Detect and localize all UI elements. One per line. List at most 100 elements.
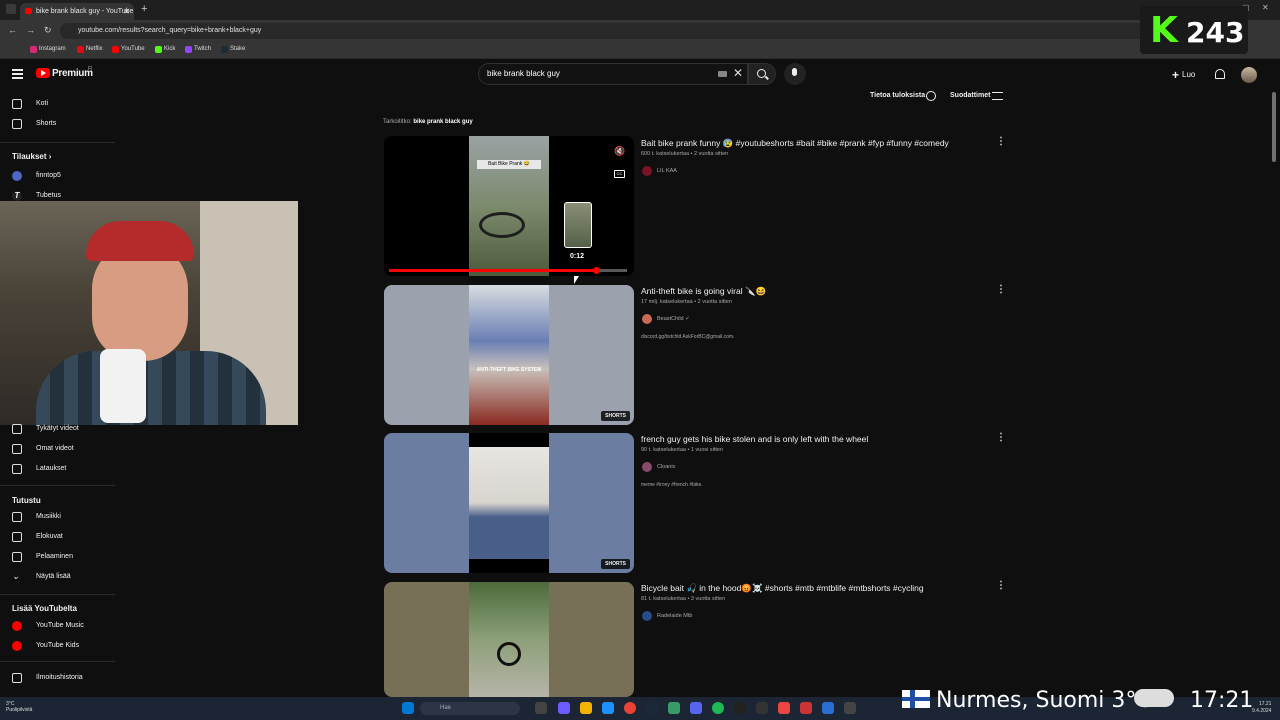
sidebar-item-home[interactable]: Koti (0, 95, 115, 113)
about-results-link[interactable]: Tietoa tuloksista (870, 92, 925, 99)
notifications-icon[interactable] (1215, 69, 1225, 79)
spotify-icon[interactable] (712, 702, 724, 714)
more-options-icon[interactable]: ⋮ (996, 284, 1006, 295)
tab-search-icon[interactable] (6, 4, 16, 14)
channel-name[interactable]: Radelaide Mtb (657, 613, 692, 619)
start-icon[interactable] (402, 702, 414, 714)
app-icon[interactable] (668, 702, 680, 714)
close-window-icon[interactable]: ✕ (1262, 3, 1269, 12)
sidebar-item-gaming[interactable]: Pelaaminen (0, 548, 115, 566)
sidebar-item-shorts[interactable]: Shorts (0, 115, 115, 133)
mail-icon[interactable] (602, 702, 614, 714)
thumbs-up-icon (12, 424, 22, 434)
app-icon[interactable] (822, 702, 834, 714)
channel-avatar[interactable] (642, 314, 652, 324)
sidebar-item-finntop5[interactable]: finntop5 (0, 167, 115, 185)
logo-text[interactable]: Premium (52, 68, 93, 79)
thumbnail-bike (497, 642, 521, 666)
sidebar-item-your-videos[interactable]: Omat videot (0, 440, 115, 458)
video-thumbnail[interactable]: Bait Bike Prank 😂 (384, 136, 634, 276)
back-icon[interactable]: ← (8, 25, 17, 35)
filter-icon[interactable] (992, 92, 1003, 100)
app-icon[interactable] (734, 702, 746, 714)
clear-search-icon[interactable]: ✕ (733, 66, 743, 80)
reload-icon[interactable]: ↻ (44, 25, 52, 36)
scrollbar[interactable] (1272, 92, 1276, 162)
did-you-mean-link[interactable]: bike prank black guy (413, 119, 472, 125)
video-thumbnail[interactable] (384, 582, 634, 697)
gamepad-icon (12, 552, 22, 562)
logo-country: FI (88, 66, 93, 72)
preview-progress-bar[interactable] (389, 267, 627, 274)
channel-name[interactable]: BeastChild ✓ (657, 316, 690, 322)
channel-avatar[interactable] (642, 462, 652, 472)
sidebar-item-youtube-kids[interactable]: YouTube Kids (0, 637, 115, 655)
forward-icon[interactable]: → (26, 25, 35, 35)
youtube-icon (112, 46, 119, 53)
create-button[interactable]: + Luo (1172, 68, 1195, 82)
bookmark-twitch[interactable]: Twitch (185, 46, 211, 53)
url-field[interactable]: youtube.com/results?search_query=bike+br… (60, 23, 1170, 39)
bookmark-kick[interactable]: Kick (155, 46, 175, 53)
video-title[interactable]: Bait bike prank funny 😰 #youtubeshorts #… (641, 138, 949, 149)
mouse-cursor (574, 276, 579, 284)
chrome-icon[interactable] (624, 702, 636, 714)
video-meta: 90 t. katselukertaa • 1 vuosi sitten (641, 447, 724, 453)
taskbar-clock[interactable]: 17.21 9.4.2024 (1252, 701, 1271, 715)
menu-icon[interactable] (12, 69, 23, 79)
bookmark-youtube[interactable]: YouTube (112, 46, 145, 53)
copilot-icon[interactable] (558, 702, 570, 714)
sidebar-item-youtube-music[interactable]: YouTube Music (0, 617, 115, 635)
thumbnail-bike (479, 212, 525, 238)
new-tab-button[interactable]: + (141, 3, 147, 15)
sidebar-item-show-more[interactable]: ⌄ Näytä lisää (0, 568, 115, 586)
video-thumbnail[interactable]: ANTI-THEFT BIKE SYSTEM SHORTS (384, 285, 634, 425)
voice-search-icon[interactable] (784, 63, 806, 85)
task-view-icon[interactable] (535, 702, 547, 714)
sidebar-item-music[interactable]: Musiikki (0, 508, 115, 526)
thumbnail-image: Bait Bike Prank 😂 (469, 136, 549, 276)
video-thumbnail[interactable]: SHORTS (384, 433, 634, 573)
more-options-icon[interactable]: ⋮ (996, 136, 1006, 147)
sidebar-item-report-history[interactable]: Ilmoitushistoria (0, 669, 115, 687)
search-input[interactable]: bike brank black guy (478, 63, 748, 85)
sidebar-item-movies[interactable]: Elokuvat (0, 528, 115, 546)
mute-icon[interactable]: 🔇 (614, 146, 625, 157)
video-title[interactable]: french guy gets his bike stolen and is o… (641, 434, 868, 444)
tab-close-icon[interactable]: ✕ (123, 3, 130, 20)
captions-icon[interactable]: CC (614, 170, 625, 178)
video-title[interactable]: Anti-theft bike is going viral 🔪😆 (641, 286, 766, 297)
bookmark-netflix[interactable]: Netflix (77, 46, 103, 53)
taskbar-search[interactable]: Hae (420, 702, 520, 715)
more-options-icon[interactable]: ⋮ (996, 432, 1006, 443)
subscriptions-heading[interactable]: Tilaukset › (12, 152, 51, 161)
discord-icon[interactable] (690, 702, 702, 714)
video-title[interactable]: Bicycle bait 🎣 in the hood😡☠️ #shorts #m… (641, 583, 924, 594)
avatar[interactable] (1241, 67, 1257, 83)
app-icon[interactable] (778, 702, 790, 714)
browser-tab[interactable]: bike brank black guy - YouTube ✕ (20, 3, 134, 20)
bookmark-instagram[interactable]: Instagram (30, 46, 66, 53)
app-icon[interactable] (800, 702, 812, 714)
channel-name[interactable]: LIL KAA (657, 168, 677, 174)
more-options-icon[interactable]: ⋮ (996, 580, 1006, 591)
filters-button[interactable]: Suodattimet (950, 92, 990, 99)
keyboard-icon[interactable] (718, 71, 727, 77)
channel-avatar[interactable] (642, 166, 652, 176)
channel-avatar[interactable] (642, 611, 652, 621)
bookmark-stake[interactable]: Stake (221, 46, 245, 53)
taskbar-weather[interactable]: 3°C Puolipilvistä (6, 701, 32, 713)
sidebar-item-liked[interactable]: Tykätyt videot (0, 420, 115, 438)
info-icon[interactable] (926, 91, 936, 101)
youtube-logo-icon[interactable] (36, 68, 50, 78)
search-button[interactable] (748, 63, 776, 85)
tab-title: bike brank black guy - YouTube (36, 8, 134, 15)
sidebar-item-downloads[interactable]: Lataukset (0, 460, 115, 478)
steam-icon[interactable] (646, 702, 658, 714)
file-explorer-icon[interactable] (580, 702, 592, 714)
channel-name[interactable]: Cloanix (657, 464, 675, 470)
app-icon[interactable] (756, 702, 768, 714)
progress-fill (389, 269, 597, 272)
app-icon[interactable] (844, 702, 856, 714)
progress-knob[interactable] (593, 267, 601, 274)
